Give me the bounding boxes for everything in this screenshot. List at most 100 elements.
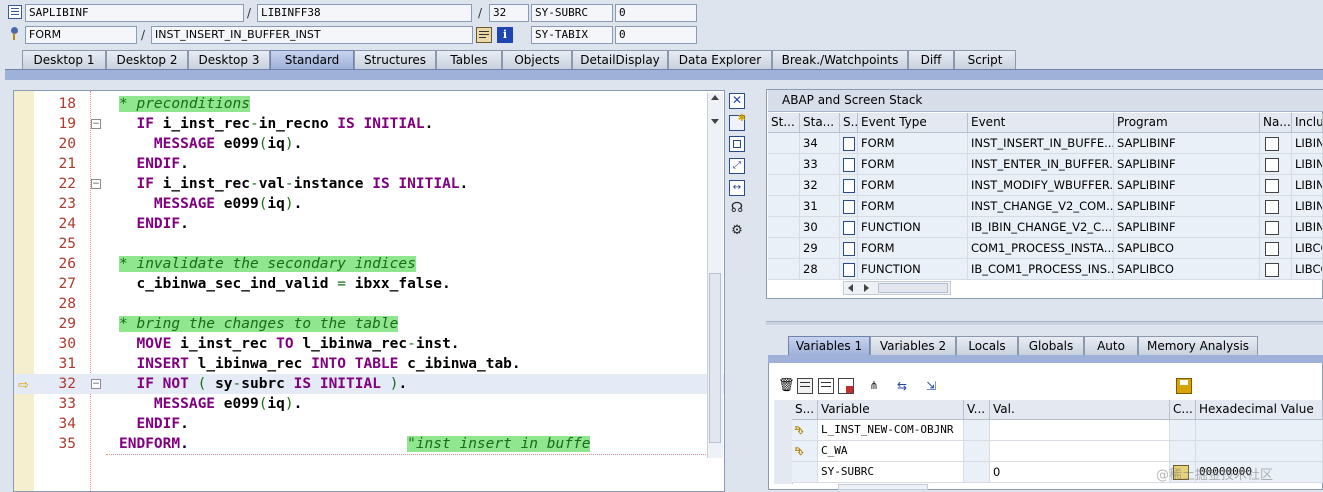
stack-cell[interactable]: [768, 238, 800, 259]
code-line[interactable]: 19 − IF i_inst_rec-in_recno IS INITIAL.: [14, 114, 724, 134]
navigate-source-icon[interactable]: [1260, 217, 1292, 238]
stack-cell[interactable]: LIBIN: [1292, 196, 1323, 217]
tab-desktop-2[interactable]: Desktop 2: [106, 50, 188, 69]
code-line[interactable]: 23 MESSAGE e099(iq).: [14, 194, 724, 214]
navigate-source-icon[interactable]: [1260, 196, 1292, 217]
stack-column-header[interactable]: Event: [968, 113, 1114, 133]
stack-column-header[interactable]: Sta...: [800, 113, 840, 133]
swap-tool-icon[interactable]: [729, 136, 745, 152]
scroll-up-icon[interactable]: [711, 95, 719, 100]
navigate-source-icon[interactable]: [1260, 238, 1292, 259]
list-icon[interactable]: [797, 378, 813, 394]
stack-cell[interactable]: SAPLIBINF: [1114, 217, 1260, 238]
code-line[interactable]: 34 ENDIF.: [14, 414, 724, 434]
variable-column-header[interactable]: S...: [792, 400, 818, 420]
navigate-source-icon[interactable]: [1260, 175, 1292, 196]
variable-cell[interactable]: [964, 441, 990, 462]
code-line[interactable]: 32 − ⇨ IF NOT ( sy-subrc IS INITIAL ).: [14, 374, 724, 394]
delete-icon[interactable]: 🗑: [778, 378, 795, 394]
stack-column-header[interactable]: Inclu: [1292, 113, 1323, 133]
event-type-icon[interactable]: [840, 133, 858, 154]
variable-type-icon[interactable]: ⮷: [792, 441, 818, 462]
stack-cell[interactable]: LIBIN: [1292, 154, 1323, 175]
code-editor[interactable]: 18 * preconditions 19 − IF i_inst_rec-in_re…: [13, 90, 725, 492]
stack-cell[interactable]: SAPLIBCO: [1114, 238, 1260, 259]
stack-column-header[interactable]: Event Type: [858, 113, 968, 133]
tab-globals[interactable]: Globals: [1018, 336, 1084, 355]
maximize-icon[interactable]: ⤢: [729, 158, 745, 174]
settings-icon[interactable]: ⚙: [729, 223, 745, 239]
code-line[interactable]: 31 INSERT l_ibinwa_rec INTO TABLE c_ibin…: [14, 354, 724, 374]
code-line[interactable]: 29 * bring the changes to the table: [14, 314, 724, 334]
variable-cell[interactable]: [964, 420, 990, 441]
stack-cell[interactable]: 33: [800, 154, 840, 175]
code-line[interactable]: 21 ENDIF.: [14, 154, 724, 174]
stack-cell[interactable]: 28: [800, 259, 840, 280]
stack-cell[interactable]: IB_IBIN_CHANGE_V2_C...: [968, 217, 1114, 238]
save-icon[interactable]: [1176, 378, 1192, 394]
stack-cell[interactable]: SAPLIBINF: [1114, 196, 1260, 217]
tab-variables-2[interactable]: Variables 2: [870, 336, 956, 355]
code-line[interactable]: 28: [14, 294, 724, 314]
stack-cell[interactable]: COM1_PROCESS_INSTA...: [968, 238, 1114, 259]
fold-toggle-icon[interactable]: −: [91, 179, 101, 189]
variable-hex[interactable]: [1196, 420, 1323, 441]
scroll-right-icon[interactable]: [864, 284, 869, 292]
code-line[interactable]: 25: [14, 234, 724, 254]
event-type-icon[interactable]: [840, 154, 858, 175]
stack-cell[interactable]: FUNCTION: [858, 259, 968, 280]
scroll-left-icon[interactable]: [848, 284, 853, 292]
stack-cell[interactable]: INST_INSERT_IN_BUFFE...: [968, 133, 1114, 154]
variable-column-header[interactable]: Hexadecimal Value: [1196, 400, 1323, 420]
stack-cell[interactable]: 32: [800, 175, 840, 196]
variable-column-header[interactable]: Val.: [990, 400, 1170, 420]
variable-column-header[interactable]: C...: [1170, 400, 1196, 420]
variable-cell[interactable]: [964, 462, 990, 483]
stack-cell[interactable]: [768, 217, 800, 238]
document-icon[interactable]: [818, 378, 834, 394]
variable-hex[interactable]: [1196, 441, 1323, 462]
stack-cell[interactable]: [768, 259, 800, 280]
code-line[interactable]: 22 − IF i_inst_rec-val-instance IS INITIA…: [14, 174, 724, 194]
stack-cell[interactable]: FORM: [858, 238, 968, 259]
stack-cell[interactable]: [768, 175, 800, 196]
scroll-thumb[interactable]: [709, 273, 721, 443]
stack-cell[interactable]: LIBCO: [1292, 238, 1323, 259]
variables-hscrollbar[interactable]: [838, 484, 928, 490]
stack-cell[interactable]: INST_MODIFY_WBUFFER...: [968, 175, 1114, 196]
splitter[interactable]: [766, 321, 1323, 325]
stack-cell[interactable]: LIBIN: [1292, 175, 1323, 196]
tab-script[interactable]: Script: [954, 50, 1016, 69]
event-type-icon[interactable]: [840, 196, 858, 217]
stack-column-header[interactable]: Program: [1114, 113, 1260, 133]
current-frame-arrow-icon[interactable]: [768, 133, 800, 154]
code-line[interactable]: 26 * invalidate the secondary indices: [14, 254, 724, 274]
editor-scrollbar[interactable]: [707, 93, 723, 458]
tab-data-explorer[interactable]: Data Explorer: [668, 50, 772, 69]
tab-variables-1[interactable]: Variables 1: [788, 336, 870, 355]
variable-cell[interactable]: [990, 420, 1170, 441]
resize-icon[interactable]: ↔: [729, 180, 745, 196]
stack-cell[interactable]: LIBIN: [1292, 133, 1323, 154]
stack-cell[interactable]: FORM: [858, 154, 968, 175]
tab-desktop-1[interactable]: Desktop 1: [22, 50, 106, 69]
code-line[interactable]: 35 ENDFORM. "inst insert in buffe: [14, 434, 724, 454]
stack-cell[interactable]: 30: [800, 217, 840, 238]
variable-column-header[interactable]: V...: [964, 400, 990, 420]
event-type-icon[interactable]: [840, 259, 858, 280]
stack-cell[interactable]: [768, 196, 800, 217]
tab-detail-display[interactable]: DetailDisplay: [572, 50, 668, 69]
event-type-icon[interactable]: [840, 238, 858, 259]
navigate-source-icon[interactable]: [1260, 259, 1292, 280]
variable-column-header[interactable]: Variable: [818, 400, 964, 420]
variable-cell[interactable]: [990, 441, 1170, 462]
variable-name[interactable]: SY-SUBRC: [818, 462, 964, 483]
tab-breakpoints[interactable]: Break./Watchpoints: [772, 50, 908, 69]
tab-memory-analysis[interactable]: Memory Analysis: [1138, 336, 1258, 355]
stack-cell[interactable]: SAPLIBINF: [1114, 133, 1260, 154]
hierarchy-icon[interactable]: ⋔: [866, 378, 882, 394]
stack-cell[interactable]: SAPLIBINF: [1114, 175, 1260, 196]
variable-cell[interactable]: [792, 462, 818, 483]
tab-diff[interactable]: Diff: [908, 50, 954, 69]
close-icon[interactable]: ✕: [729, 93, 745, 109]
